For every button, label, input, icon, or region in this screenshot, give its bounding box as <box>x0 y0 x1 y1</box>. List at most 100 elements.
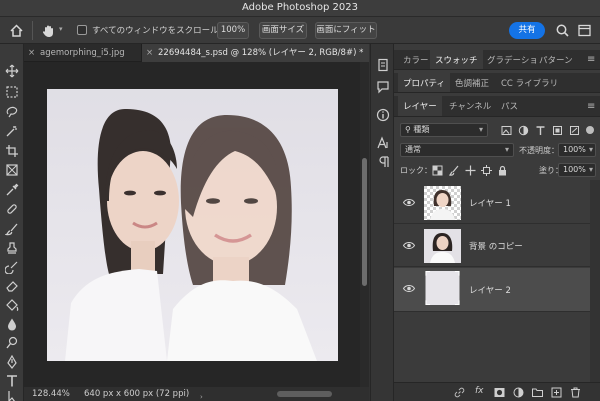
chevron-down-icon: ▾ <box>478 125 483 134</box>
fit-screen-button[interactable]: 画面サイズ <box>259 22 307 39</box>
tab-patterns[interactable]: パターン <box>534 50 578 69</box>
add-mask-icon[interactable] <box>494 387 505 398</box>
blur-tool-icon[interactable] <box>5 317 19 331</box>
layer-filter-value: 種類 <box>413 125 430 134</box>
vertical-scrollbar[interactable] <box>360 62 369 387</box>
lock-position-icon[interactable] <box>465 165 476 176</box>
visibility-eye-icon[interactable] <box>403 283 415 294</box>
quick-selection-tool-icon[interactable] <box>5 124 19 138</box>
panel-menu-icon[interactable]: ≡ <box>582 96 600 116</box>
tab-color[interactable]: カラー <box>398 50 434 69</box>
layers-scrollbar[interactable] <box>590 180 600 382</box>
layer-name[interactable]: 背景 のコピー <box>469 240 523 252</box>
history-panel-icon[interactable] <box>376 58 390 72</box>
layer-name[interactable]: レイヤー 1 <box>469 197 511 209</box>
tab-swatches[interactable]: スウォッチ <box>430 50 483 69</box>
opacity-value: 100% <box>563 145 586 154</box>
new-group-icon[interactable] <box>532 387 543 398</box>
link-layers-icon[interactable] <box>454 387 465 398</box>
zoom-level[interactable]: 128.44% <box>32 387 70 401</box>
tab-layers[interactable]: レイヤー <box>398 96 442 116</box>
share-button[interactable]: 共有 <box>509 22 545 39</box>
visibility-eye-icon[interactable] <box>403 240 415 251</box>
fill-value: 100% <box>563 165 586 174</box>
lasso-tool-icon[interactable] <box>5 105 19 119</box>
layer-thumbnail <box>424 186 461 220</box>
document-tab-active[interactable]: × 22694484_s.psd @ 128% (レイヤー 2, RGB/8#) … <box>142 44 369 62</box>
home-icon[interactable] <box>9 23 24 38</box>
layers-panel-footer: fx <box>394 382 600 401</box>
filter-pixel-icon[interactable] <box>501 125 512 136</box>
lock-artboard-icon[interactable] <box>481 165 492 176</box>
document-image[interactable] <box>47 89 338 361</box>
layer-row-layer-1[interactable]: レイヤー 1 <box>394 182 590 224</box>
tools-panel <box>0 44 24 401</box>
layer-filter-select[interactable]: ⚲ 種類 ▾ <box>400 123 488 137</box>
search-icon[interactable] <box>555 23 570 38</box>
character-panel-icon[interactable] <box>376 136 390 150</box>
marquee-tool-icon[interactable] <box>5 85 19 99</box>
adjustment-layer-icon[interactable] <box>513 387 524 398</box>
tab-properties[interactable]: プロパティ <box>398 73 450 92</box>
opacity-input[interactable]: 100% ▾ <box>558 143 596 157</box>
tab-adjustments[interactable]: 色調補正 <box>450 73 494 92</box>
status-bar: 128.44% 640 px x 600 px (72 ppi) › <box>24 387 369 401</box>
horizontal-scrollbar[interactable] <box>277 391 332 397</box>
chevron-down-icon: ▾ <box>504 145 509 154</box>
paint-bucket-tool-icon[interactable] <box>5 298 19 312</box>
frame-tool-icon[interactable] <box>5 163 19 177</box>
close-icon[interactable]: × <box>146 44 158 62</box>
filter-toggle[interactable] <box>586 126 594 134</box>
blend-mode-value: 通常 <box>405 145 421 154</box>
filter-type-icon[interactable] <box>535 125 546 136</box>
pen-tool-icon[interactable] <box>5 355 19 369</box>
lock-all-icon[interactable] <box>497 165 508 176</box>
canvas-area[interactable] <box>24 62 360 387</box>
filter-shape-icon[interactable] <box>552 125 563 136</box>
type-tool-icon[interactable] <box>5 374 19 388</box>
tab-paths[interactable]: パス <box>496 96 523 116</box>
workspace-icon[interactable] <box>577 23 592 38</box>
visibility-eye-icon[interactable] <box>403 197 415 208</box>
new-layer-icon[interactable] <box>551 387 562 398</box>
layer-name[interactable]: レイヤー 2 <box>469 284 511 296</box>
document-tab-label: agemorphing_i5.jpg <box>40 48 125 58</box>
filter-adjustment-icon[interactable] <box>518 125 529 136</box>
eyedropper-tool-icon[interactable] <box>5 183 19 197</box>
clone-stamp-tool-icon[interactable] <box>5 241 19 255</box>
healing-brush-tool-icon[interactable] <box>5 202 19 216</box>
chevron-down-icon[interactable]: ▾ <box>59 25 63 33</box>
layer-row-layer-2[interactable]: レイヤー 2 <box>394 268 590 312</box>
fill-input[interactable]: 100% ▾ <box>558 163 596 177</box>
layer-row-background-copy[interactable]: 背景 のコピー <box>394 225 590 267</box>
chevron-right-icon[interactable]: › <box>200 390 203 401</box>
fill-screen-button[interactable]: 画面にフィット <box>315 22 377 39</box>
crop-tool-icon[interactable] <box>5 144 19 158</box>
brush-tool-icon[interactable] <box>5 222 19 236</box>
tab-cc-libraries[interactable]: CC ライブラリ <box>496 73 563 92</box>
hand-tool-icon[interactable] <box>41 23 56 38</box>
info-panel-icon[interactable] <box>376 108 390 122</box>
scrollbar-thumb[interactable] <box>362 158 367 286</box>
close-icon[interactable]: × <box>28 44 40 62</box>
comments-panel-icon[interactable] <box>376 80 390 94</box>
blend-mode-select[interactable]: 通常 ▾ <box>400 143 514 157</box>
fx-icon[interactable]: fx <box>475 386 484 396</box>
lock-image-icon[interactable] <box>449 165 460 176</box>
eraser-tool-icon[interactable] <box>5 279 19 293</box>
history-brush-tool-icon[interactable] <box>5 260 19 274</box>
document-tab[interactable]: × agemorphing_i5.jpg <box>24 44 142 62</box>
paragraph-panel-icon[interactable] <box>376 155 390 169</box>
tab-channels[interactable]: チャンネル <box>444 96 496 116</box>
filter-smart-object-icon[interactable] <box>569 125 580 136</box>
move-tool-icon[interactable] <box>5 64 19 78</box>
app-title: Adobe Photoshop 2023 <box>242 2 358 13</box>
scroll-all-windows-label: すべてのウィンドウをスクロール <box>92 26 219 36</box>
path-selection-tool-icon[interactable] <box>5 390 19 401</box>
scroll-all-windows-checkbox[interactable] <box>77 25 87 35</box>
zoom-100-button[interactable]: 100% <box>217 22 249 39</box>
lock-transparent-icon[interactable] <box>432 165 443 176</box>
dodge-tool-icon[interactable] <box>5 336 19 350</box>
panel-menu-icon[interactable]: ≡ <box>582 50 600 69</box>
delete-layer-icon[interactable] <box>570 387 581 398</box>
